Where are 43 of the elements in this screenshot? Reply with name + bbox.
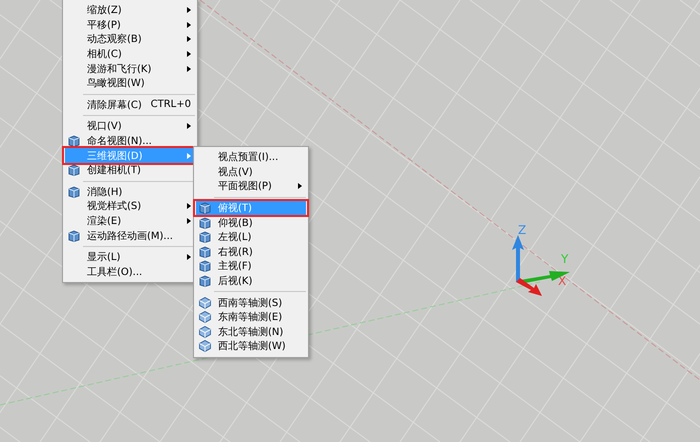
cube-icon — [198, 275, 212, 288]
x-axis-label: X — [558, 274, 566, 288]
cube-icon — [198, 260, 212, 272]
menu-item[interactable]: 清除屏幕(C) CTRL+0 — [65, 98, 195, 112]
menu-item[interactable]: 左视(L) — [196, 230, 306, 245]
cube-icon — [67, 230, 81, 242]
menu-item[interactable]: 视觉样式(S) — [65, 199, 195, 214]
menu-item[interactable]: 鸟瞰视图(W) — [65, 76, 195, 91]
cube-icon — [198, 246, 212, 258]
menu-item[interactable]: 西北等轴测(W) — [196, 339, 306, 354]
menu-item[interactable]: 运动路径动画(M)... — [65, 228, 195, 243]
isometric-cube-icon — [198, 296, 212, 309]
menu-item[interactable]: 视点(V) — [196, 164, 306, 180]
menu-item[interactable]: 创建相机(T) — [65, 162, 195, 178]
cube-icon — [67, 164, 81, 176]
menu-item[interactable]: 右视(R) — [196, 244, 306, 260]
menu-item[interactable]: 后视(K) — [196, 274, 306, 288]
isometric-cube-icon — [198, 340, 212, 352]
menu-item[interactable]: 视点预置(I)... — [196, 150, 306, 165]
cube-icon — [198, 202, 212, 214]
cube-icon — [198, 216, 212, 229]
menu-item[interactable]: 相机(C) — [65, 46, 195, 62]
cube-icon — [67, 186, 81, 198]
menu-item[interactable]: 视口(V) — [65, 119, 195, 134]
menu-item[interactable]: 缩放(Z) — [65, 3, 195, 18]
menu-item[interactable]: 消隐(H) — [65, 184, 195, 200]
menu-item[interactable]: 东南等轴测(E) — [196, 310, 306, 325]
isometric-cube-icon — [198, 326, 212, 338]
menu-item[interactable]: 平面视图(P) — [196, 179, 306, 194]
menu-item[interactable]: 漫游和飞行(K) — [65, 61, 195, 76]
menu-item[interactable]: 命名视图(N)... — [65, 134, 195, 148]
cube-icon — [67, 135, 81, 148]
menu-item[interactable]: 仰视(B) — [196, 215, 306, 230]
menu-item[interactable]: 动态观察(B) — [65, 32, 195, 47]
menu-item[interactable]: 主视(F) — [196, 259, 306, 274]
y-axis-label: Y — [561, 252, 568, 266]
menu-item[interactable]: 西南等轴测(S) — [196, 295, 306, 310]
isometric-cube-icon — [198, 311, 212, 324]
z-axis-label: Z — [518, 223, 526, 237]
menu-item[interactable]: 东北等轴测(N) — [196, 324, 306, 340]
cube-icon — [198, 231, 212, 244]
menu-item[interactable]: 平移(P) — [65, 18, 195, 32]
menu-item[interactable]: 工具栏(O)... — [65, 264, 195, 280]
